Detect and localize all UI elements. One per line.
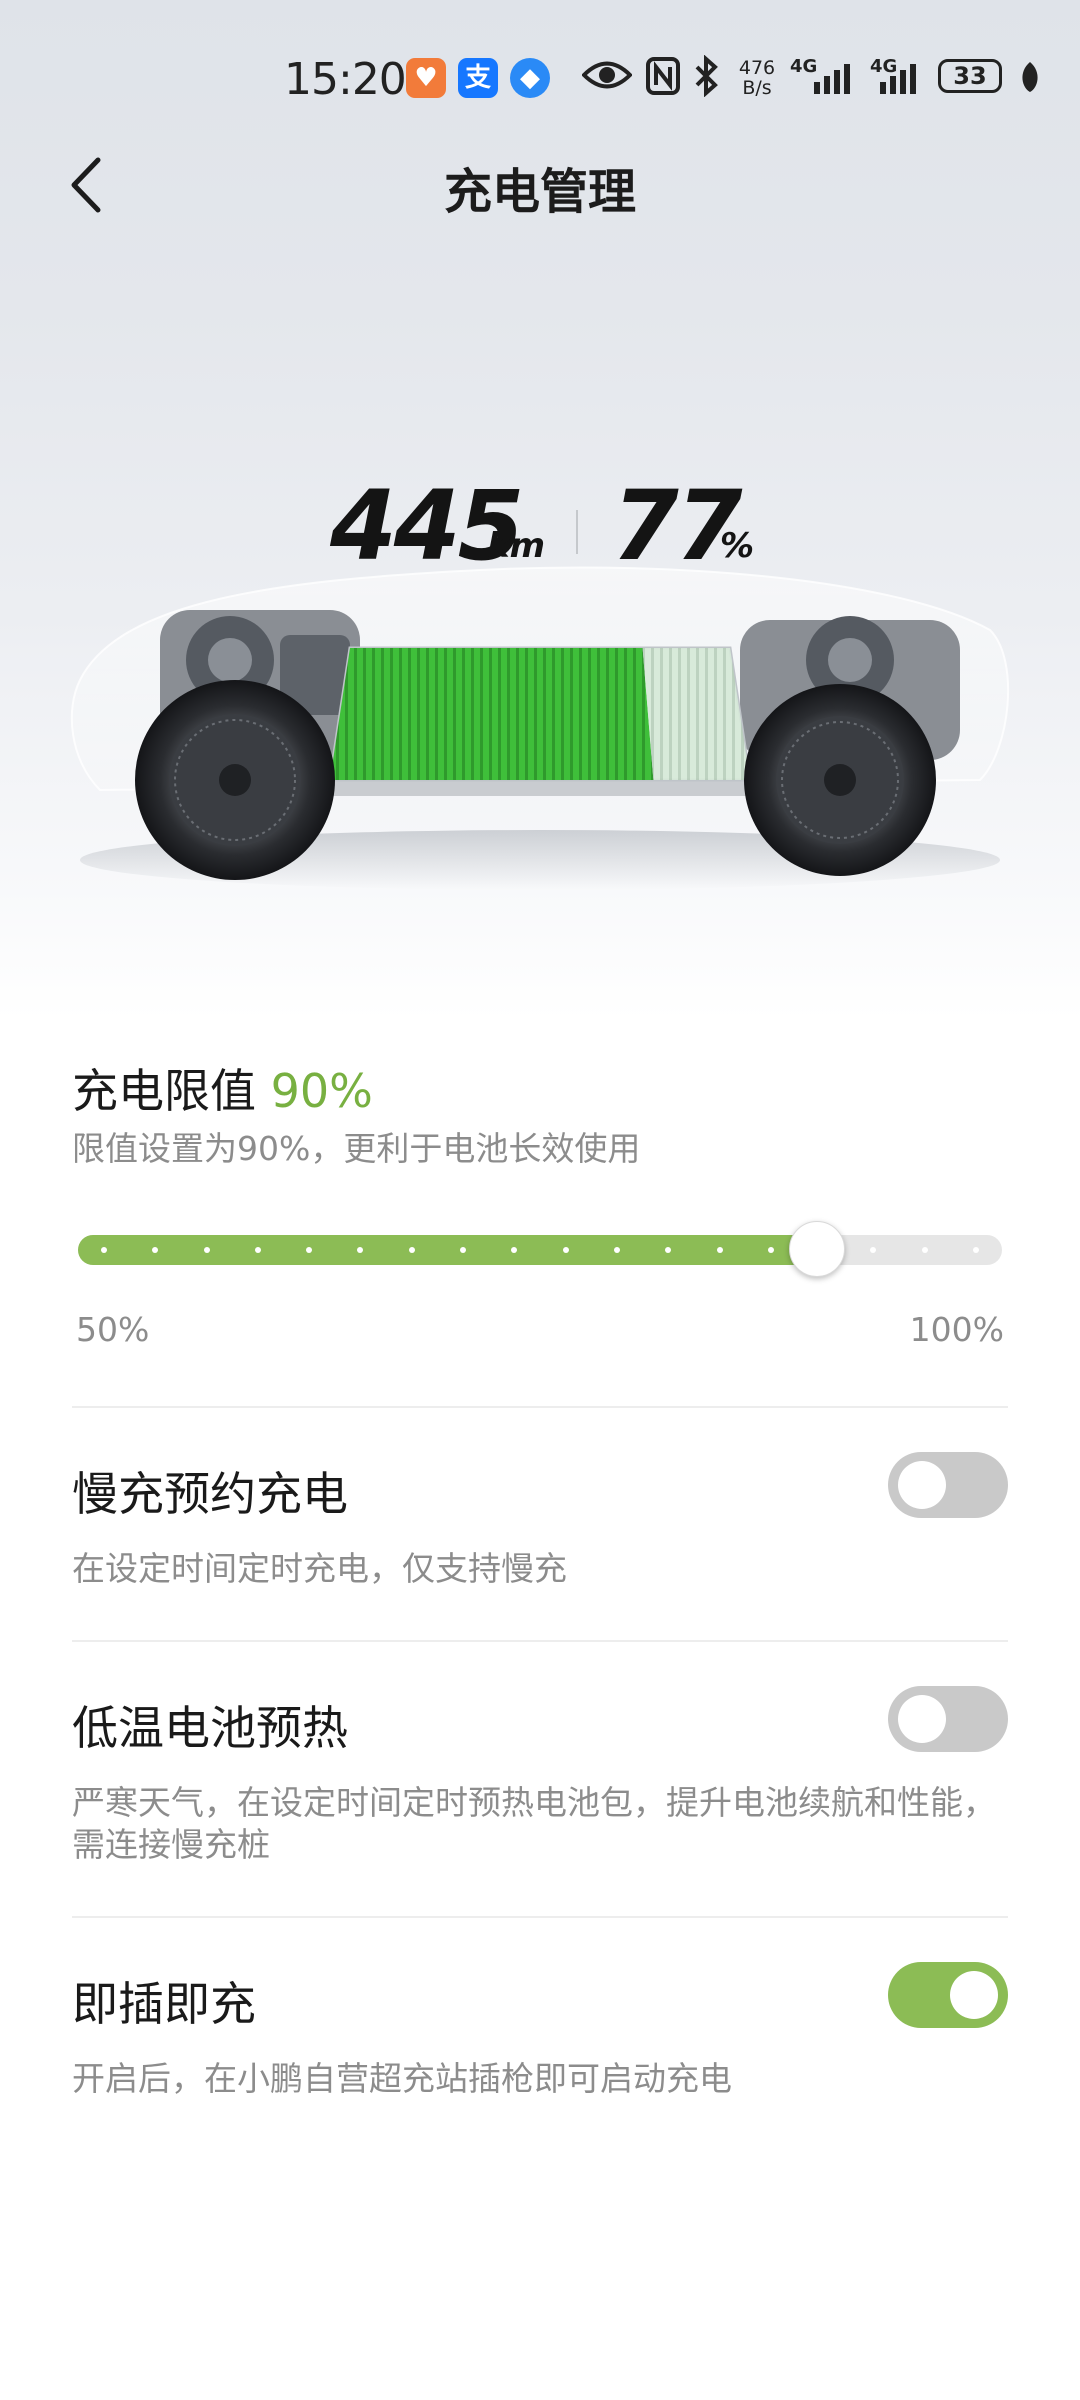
bluetooth-icon bbox=[695, 55, 718, 97]
slider-step-dot bbox=[101, 1247, 107, 1253]
leaf-icon bbox=[1022, 62, 1038, 92]
slider-min-label: 50% bbox=[76, 1310, 150, 1349]
setting-title: 慢充预约充电 bbox=[72, 1467, 348, 1521]
status-time: 15:20 bbox=[284, 54, 407, 105]
status-bar: 15:20 ♥ 支 ◆ 476 B/s 4G 4G 33 bbox=[0, 40, 1080, 120]
charge-limit-value: 90% bbox=[270, 1064, 373, 1118]
divider bbox=[72, 1640, 1008, 1642]
setting-description: 严寒天气，在设定时间定时预热电池包，提升电池续航和性能，需连接慢充桩 bbox=[72, 1783, 996, 1864]
setting-title: 低温电池预热 bbox=[72, 1701, 348, 1755]
toggle-knob bbox=[898, 1695, 946, 1743]
battery-tray bbox=[315, 780, 775, 796]
scheduled-slow-charge-toggle[interactable] bbox=[888, 1452, 1008, 1518]
charge-limit-description: 限值设置为90%，更利于电池长效使用 bbox=[72, 1129, 641, 1168]
charge-limit-slider[interactable] bbox=[78, 1235, 1002, 1265]
heart-app-icon: ♥ bbox=[406, 58, 446, 98]
front-wheel bbox=[135, 680, 335, 880]
eye-icon bbox=[582, 61, 632, 89]
divider bbox=[72, 1916, 1008, 1918]
slider-step-dot bbox=[767, 1247, 774, 1253]
battery-charge-fill bbox=[330, 648, 654, 780]
setting-description: 开启后，在小鹏自营超充站插枪即可启动充电 bbox=[72, 2059, 732, 2098]
slider-step-dot bbox=[562, 1247, 569, 1253]
rear-wheel bbox=[744, 684, 936, 876]
charge-limit-label: 充电限值 bbox=[72, 1064, 256, 1118]
setting-title: 即插即充 bbox=[72, 1977, 256, 2031]
divider bbox=[72, 1406, 1008, 1408]
slider-step-dot bbox=[254, 1247, 261, 1253]
slider-step-dot bbox=[870, 1247, 877, 1253]
browser-icon: ◆ bbox=[510, 58, 550, 98]
slider-fill bbox=[78, 1235, 828, 1265]
toggle-knob bbox=[898, 1461, 946, 1509]
slider-step-dot bbox=[613, 1247, 620, 1253]
page-title: 充电管理 bbox=[443, 164, 636, 220]
battery-preheat-toggle[interactable] bbox=[888, 1686, 1008, 1752]
signal-bars-icon bbox=[880, 64, 916, 94]
net-speed-value: 476 bbox=[738, 57, 776, 79]
alipay-icon: 支 bbox=[458, 58, 498, 98]
battery-indicator: 33 bbox=[938, 59, 1002, 93]
car-chassis-illustration bbox=[70, 566, 1010, 890]
slider-step-dot bbox=[460, 1247, 467, 1253]
net-speed-unit: B/s bbox=[742, 77, 772, 99]
toggle-knob bbox=[950, 1971, 998, 2019]
charge-limit-title: 充电限值 90% bbox=[72, 1055, 373, 1121]
slider-step-dot bbox=[203, 1247, 210, 1253]
net-speed: 476 B/s bbox=[735, 58, 779, 98]
slider-max-label: 100% bbox=[909, 1310, 1004, 1349]
slider-step-dot bbox=[921, 1247, 928, 1253]
signal-bars-icon bbox=[814, 64, 850, 94]
slider-handle[interactable] bbox=[789, 1221, 846, 1277]
setting-description: 在设定时间定时充电，仅支持慢充 bbox=[72, 1549, 567, 1588]
slider-step-dot bbox=[716, 1247, 723, 1253]
slider-step-dot bbox=[973, 1247, 979, 1253]
slider-step-dot bbox=[408, 1247, 415, 1253]
nfc-icon bbox=[646, 57, 680, 95]
plug-and-charge-toggle[interactable] bbox=[888, 1962, 1008, 2028]
